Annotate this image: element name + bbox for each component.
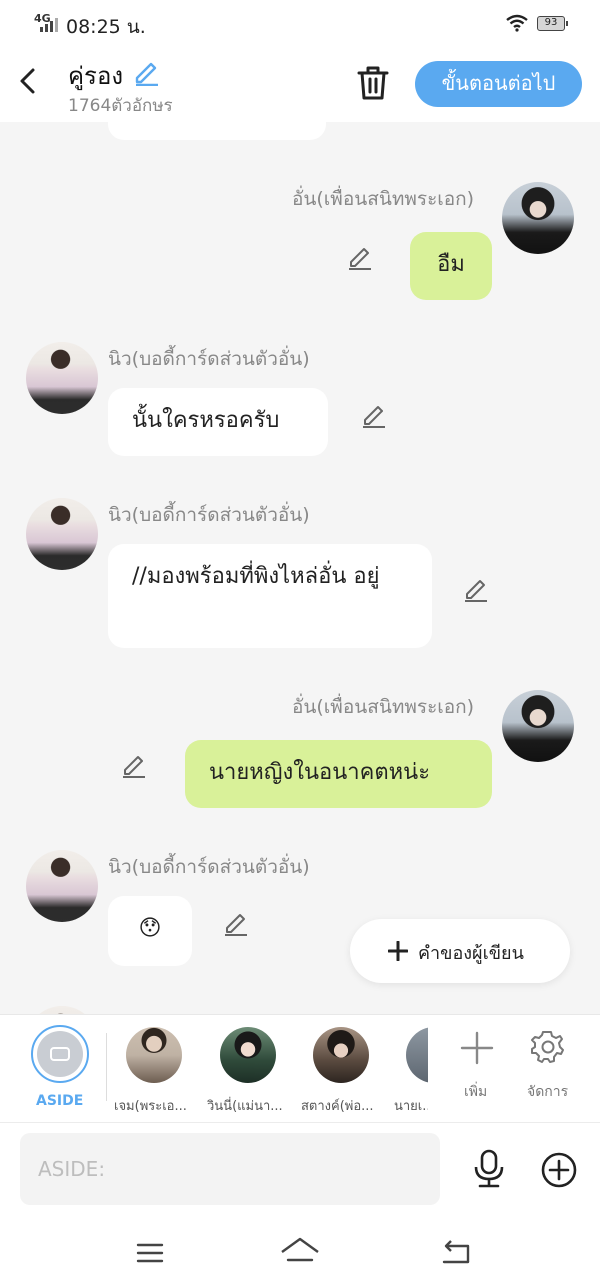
message-sender: อั่น(เพื่อนสนิทพระเอก) [292, 696, 475, 718]
chat-bubble-icon [50, 1047, 70, 1061]
previous-message-bubble[interactable] [108, 122, 326, 140]
character-name: สตางค์(พ่อ... [301, 1099, 374, 1114]
home-icon[interactable] [280, 1236, 320, 1266]
edit-message-pencil-icon[interactable] [360, 400, 388, 428]
app-header: คู่รอง 1764ตัวอักษร ขั้นตอนต่อไป [0, 44, 600, 122]
avatar-aun[interactable] [502, 182, 574, 254]
character-bar: ASIDE เจม(พระเอ... วินนี่(แม่นา... สตางค… [0, 1014, 600, 1122]
message-sender: อั่น(เพื่อนสนิทพระเอก) [292, 188, 475, 210]
story-title[interactable]: คู่รอง [68, 56, 123, 95]
edit-title-pencil-icon[interactable] [132, 58, 160, 86]
character-name: วินนี่(แม่นา... [207, 1099, 283, 1114]
avatar-nio[interactable] [26, 342, 98, 414]
recent-apps-icon[interactable] [136, 1242, 164, 1264]
next-step-button[interactable]: ขั้นตอนต่อไป [415, 61, 582, 107]
edit-message-pencil-icon[interactable] [462, 574, 490, 602]
message-sender: นิว(บอดี้การ์ดส่วนตัวอั่น) [108, 348, 310, 370]
input-bar [0, 1122, 600, 1222]
character-avatar[interactable] [220, 1027, 276, 1083]
message-bubble[interactable]: นายหญิงในอนาคตหน่ะ [185, 740, 492, 808]
microphone-icon[interactable] [472, 1149, 506, 1189]
chat-area[interactable]: อั่น(เพื่อนสนิทพระเอก) อืม นิว(บอดี้การ์… [0, 122, 600, 1014]
status-time: 08:25 น. [66, 16, 146, 38]
message-bubble[interactable]: //มองพร้อมที่พิงไหล่อั่น อยู่ [108, 544, 432, 648]
edit-message-pencil-icon[interactable] [346, 242, 374, 270]
avatar-nio[interactable] [26, 498, 98, 570]
character-name: นายเ... [394, 1099, 428, 1114]
message-sender: นิว(บอดี้การ์ดส่วนตัวอั่น) [108, 856, 310, 878]
add-character-label[interactable]: เพิ่ม [464, 1081, 487, 1103]
message-sender: นิว(บอดี้การ์ดส่วนตัวอั่น) [108, 504, 310, 526]
add-attachment-icon[interactable] [540, 1151, 578, 1189]
gear-icon[interactable] [530, 1029, 566, 1065]
character-scroll-clip: นายเ... [394, 1015, 428, 1123]
edit-message-pencil-icon[interactable] [120, 750, 148, 778]
back-icon[interactable] [440, 1238, 472, 1266]
character-avatar[interactable] [126, 1027, 182, 1083]
battery-icon: 93 [537, 16, 568, 31]
character-name: เจม(พระเอ... [114, 1099, 187, 1114]
avatar-aun[interactable] [502, 690, 574, 762]
message-bubble[interactable]: อืม [410, 232, 492, 300]
aside-selector[interactable] [31, 1025, 89, 1083]
character-avatar[interactable] [406, 1027, 428, 1083]
avatar-nio[interactable] [26, 850, 98, 922]
author-note-label: คำของผู้เขียน [418, 943, 524, 964]
add-character-icon[interactable] [460, 1031, 494, 1065]
aside-label: ASIDE [36, 1093, 84, 1109]
message-bubble[interactable]: 😯 [108, 896, 192, 966]
status-bar: 4G 08:25 น. 93 [0, 0, 600, 44]
system-nav-bar [0, 1222, 600, 1287]
manage-label[interactable]: จัดการ [527, 1081, 568, 1103]
signal-icon [40, 18, 58, 32]
trash-icon[interactable] [356, 64, 390, 102]
avatar-nio[interactable] [26, 1006, 98, 1014]
character-count: 1764ตัวอักษร [68, 96, 173, 116]
wifi-icon [506, 14, 528, 32]
edit-message-pencil-icon[interactable] [222, 908, 250, 936]
plus-icon [388, 941, 408, 961]
divider [106, 1033, 107, 1101]
author-note-button[interactable]: คำของผู้เขียน [350, 919, 570, 983]
message-bubble[interactable]: นั้นใครหรอครับ [108, 388, 328, 456]
character-avatar[interactable] [313, 1027, 369, 1083]
back-arrow-icon[interactable] [16, 66, 40, 96]
message-input[interactable] [20, 1133, 440, 1205]
